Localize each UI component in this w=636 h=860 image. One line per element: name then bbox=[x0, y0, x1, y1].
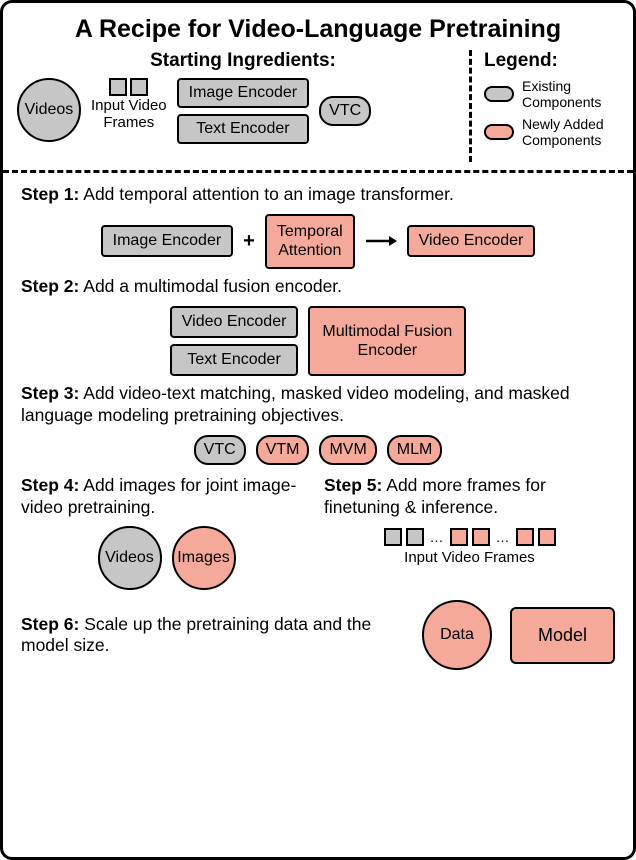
legend-panel: Legend: Existing Components Newly Added … bbox=[469, 50, 619, 162]
text-encoder-box: Text Encoder bbox=[170, 344, 299, 376]
frame-square-new bbox=[538, 528, 556, 546]
legend-swatch-new bbox=[484, 124, 514, 140]
step-3: Step 3: Add video-text matching, masked … bbox=[3, 380, 633, 469]
model-box: Model bbox=[510, 607, 615, 664]
legend-swatch-existing bbox=[484, 86, 514, 102]
step-3-text: Add video-text matching, masked video mo… bbox=[21, 383, 570, 425]
legend-existing-label: Existing Components bbox=[522, 78, 619, 110]
ingredients-heading: Starting Ingredients: bbox=[17, 50, 469, 72]
mlm-pill: MLM bbox=[387, 435, 443, 465]
ellipsis-icon: … bbox=[428, 529, 446, 547]
image-encoder-box: Image Encoder bbox=[101, 225, 234, 257]
frame-square-new bbox=[472, 528, 490, 546]
vtc-pill: VTC bbox=[319, 96, 371, 126]
ingredients-panel: Starting Ingredients: Videos Input Video… bbox=[17, 50, 469, 162]
images-circle: Images bbox=[172, 526, 236, 590]
frame-square-new bbox=[516, 528, 534, 546]
frame-square bbox=[130, 78, 148, 96]
step-2-row: Video Encoder Text Encoder Multimodal Fu… bbox=[21, 306, 615, 376]
video-encoder-box: Video Encoder bbox=[407, 225, 536, 257]
fusion-encoder-box: Multimodal Fusion Encoder bbox=[308, 306, 466, 376]
divider bbox=[3, 170, 633, 173]
ellipsis-icon: … bbox=[494, 529, 512, 547]
encoder-stack: Image Encoder Text Encoder bbox=[177, 78, 310, 144]
step-4-label: Step 4: bbox=[21, 475, 79, 495]
step-1-text: Add temporal attention to an image trans… bbox=[83, 184, 454, 204]
step-5-frames: … … bbox=[324, 528, 615, 546]
step-3-row: VTC VTM MVM MLM bbox=[21, 435, 615, 465]
video-encoder-box: Video Encoder bbox=[170, 306, 299, 338]
top-section: Starting Ingredients: Videos Input Video… bbox=[3, 50, 633, 162]
mvm-pill: MVM bbox=[319, 435, 376, 465]
videos-circle: Videos bbox=[17, 78, 81, 142]
step-5-label: Step 5: bbox=[324, 475, 382, 495]
step-2: Step 2: Add a multimodal fusion encoder.… bbox=[3, 273, 633, 380]
step-6-textblock: Step 6: Scale up the pretraining data an… bbox=[21, 614, 404, 658]
step-1-label: Step 1: bbox=[21, 184, 79, 204]
vtc-pill: VTC bbox=[194, 435, 246, 465]
step-3-label: Step 3: bbox=[21, 383, 79, 403]
step-4-row: Videos Images bbox=[21, 526, 312, 590]
step-2-text: Add a multimodal fusion encoder. bbox=[83, 276, 342, 296]
step-5: Step 5: Add more frames for finetuning &… bbox=[324, 475, 615, 591]
frames-label: Input Video Frames bbox=[91, 98, 167, 131]
videos-circle: Videos bbox=[98, 526, 162, 590]
frame-square bbox=[384, 528, 402, 546]
step-1-row: Image Encoder + Temporal Attention Video… bbox=[21, 214, 615, 268]
page-title: A Recipe for Video-Language Pretraining bbox=[3, 3, 633, 50]
temporal-attention-box: Temporal Attention bbox=[265, 214, 355, 268]
image-encoder-box: Image Encoder bbox=[177, 78, 310, 108]
frames-label-5: Input Video Frames bbox=[324, 550, 615, 567]
step-2-label: Step 2: bbox=[21, 276, 79, 296]
step-4: Step 4: Add images for joint image-video… bbox=[21, 475, 312, 591]
legend-heading: Legend: bbox=[484, 50, 619, 72]
ingredients-items: Videos Input Video Frames Image Encoder … bbox=[17, 78, 469, 144]
step-1: Step 1: Add temporal attention to an ima… bbox=[3, 181, 633, 272]
vtm-pill: VTM bbox=[256, 435, 310, 465]
input-frames-group: Input Video Frames bbox=[91, 78, 167, 131]
data-circle: Data bbox=[422, 600, 492, 670]
frame-square bbox=[406, 528, 424, 546]
text-encoder-box: Text Encoder bbox=[177, 114, 310, 144]
legend-new-label: Newly Added Components bbox=[522, 116, 619, 148]
legend-existing: Existing Components bbox=[484, 78, 619, 110]
encoder-stack-2: Video Encoder Text Encoder bbox=[170, 306, 299, 376]
steps-4-5: Step 4: Add images for joint image-video… bbox=[3, 475, 633, 591]
legend-new: Newly Added Components bbox=[484, 116, 619, 148]
step-6-label: Step 6: bbox=[21, 614, 79, 634]
step-6: Step 6: Scale up the pretraining data an… bbox=[3, 596, 633, 680]
frame-square bbox=[109, 78, 127, 96]
frame-square-new bbox=[450, 528, 468, 546]
arrow-icon bbox=[365, 234, 397, 248]
diagram-frame: A Recipe for Video-Language Pretraining … bbox=[0, 0, 636, 860]
plus-icon: + bbox=[243, 229, 255, 254]
